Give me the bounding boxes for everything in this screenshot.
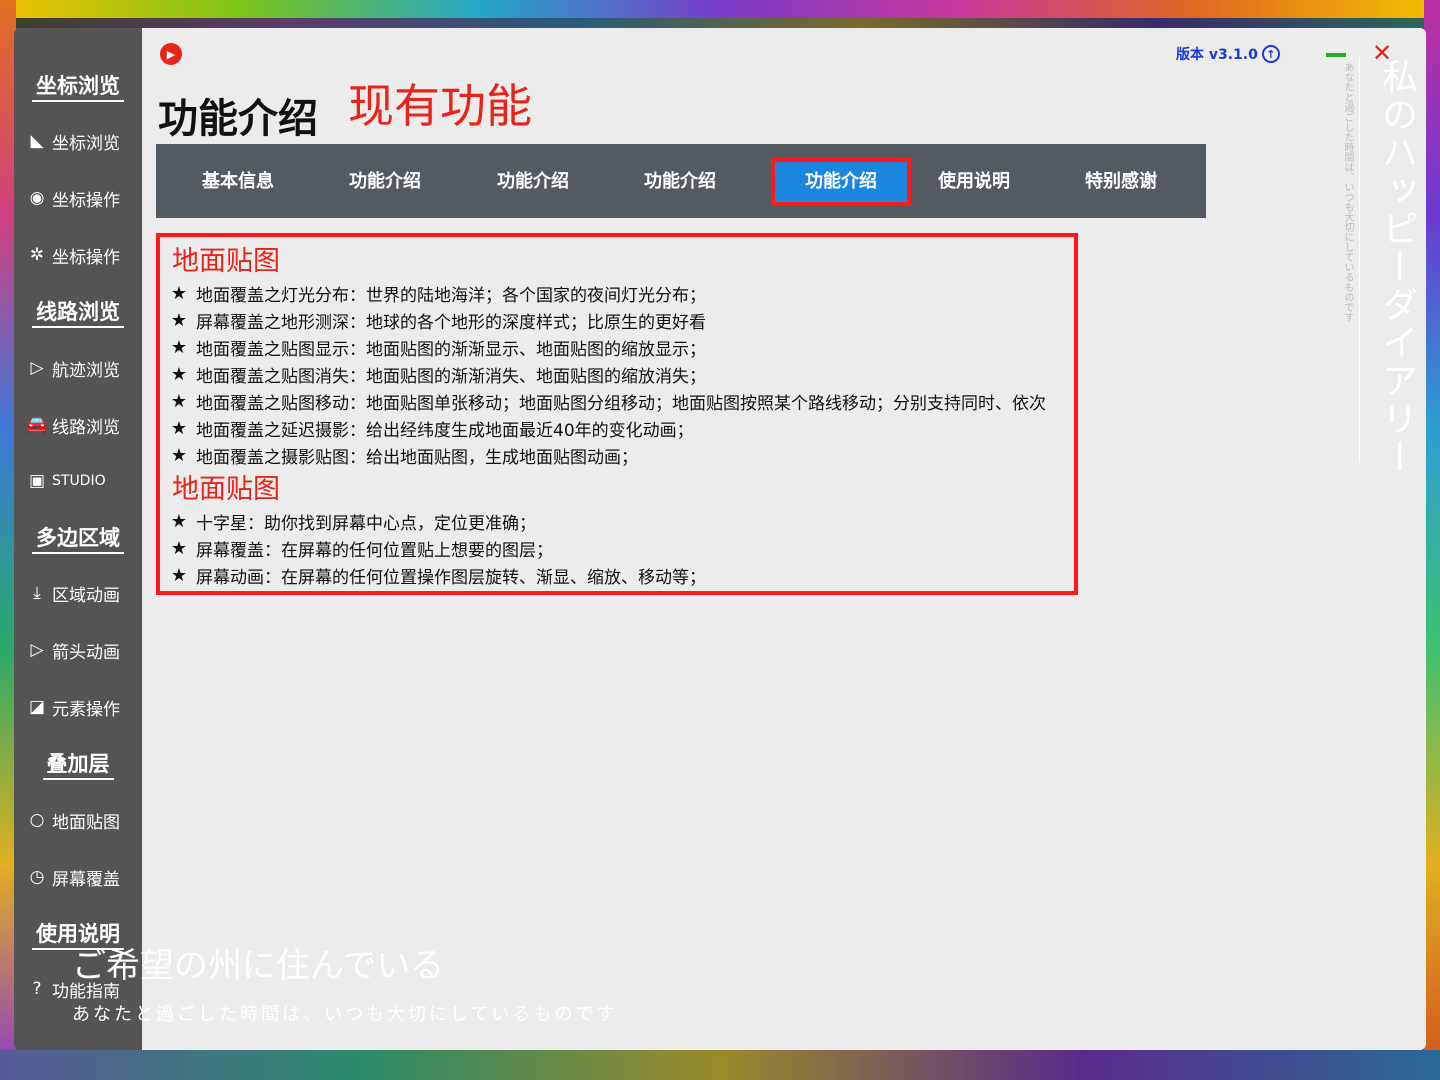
page-subtitle: 现有功能 xyxy=(348,79,532,133)
sidebar: 坐标浏览 ◣ 坐标浏览 ◉ 坐标操作 ✲ 坐标操作 线路浏览 ▷ 航迹浏览 🚘 … xyxy=(14,28,142,1050)
tab-features-1[interactable]: 功能介绍 xyxy=(325,166,445,198)
sidebar-item-label: 坐标操作 xyxy=(52,247,120,268)
sidebar-item-route-browse[interactable]: 🚘 线路浏览 xyxy=(26,410,140,440)
list-item: ★ 地面覆盖之灯光分布：世界的陆地海洋；各个国家的夜间灯光分布； xyxy=(170,282,706,306)
question-icon: ? xyxy=(32,979,42,999)
star-icon: ★ xyxy=(170,564,188,586)
version-label[interactable]: 版本 v3.1.0 ↑ xyxy=(1176,44,1280,64)
list-item: ★ 地面覆盖之贴图显示：地面贴图的渐渐显示、地面贴图的缩放显示； xyxy=(170,336,706,360)
star-icon: ★ xyxy=(170,417,188,439)
sidebar-item-arrow-animation[interactable]: ▷ 箭头动画 xyxy=(26,635,140,665)
sidebar-item-label: 区域动画 xyxy=(52,585,120,606)
clock-icon: ◷ xyxy=(29,867,45,887)
play-icon[interactable]: ▶ xyxy=(160,43,182,65)
feature-content: 地面贴图 ★ 地面覆盖之灯光分布：世界的陆地海洋；各个国家的夜间灯光分布； ★ 屏幕… xyxy=(156,233,1078,595)
sidebar-item-coordinate-operate[interactable]: ◉ 坐标操作 xyxy=(26,183,140,213)
sidebar-item-label: 坐标浏览 xyxy=(52,133,120,154)
sidebar-item-coordinate-operate-2[interactable]: ✲ 坐标操作 xyxy=(26,240,140,270)
star-icon: ★ xyxy=(170,537,188,559)
sidebar-item-track-browse[interactable]: ▷ 航迹浏览 xyxy=(26,353,140,383)
star-icon: ★ xyxy=(170,309,188,331)
list-item: ★ 屏幕覆盖之地形测深：地球的各个地形的深度样式；比原生的更好看 xyxy=(170,309,706,333)
version-text: 版本 v3.1.0 xyxy=(1176,47,1258,63)
sidebar-item-studio[interactable]: ▣ STUDIO xyxy=(26,466,140,496)
tab-features-3[interactable]: 功能介绍 xyxy=(620,166,740,198)
rainbow-border-right xyxy=(1424,0,1440,1080)
sidebar-item-screen-overlay[interactable]: ◷ 屏幕覆盖 xyxy=(26,862,140,892)
section-title: 地面贴图 xyxy=(172,474,280,505)
sidebar-section-title[interactable]: 叠加层 xyxy=(14,748,142,780)
network-icon: ✲ xyxy=(29,245,45,265)
camera-icon: ▣ xyxy=(28,471,46,491)
sidebar-item-area-animation[interactable]: ⤓ 区域动画 xyxy=(26,578,140,608)
minimize-button[interactable] xyxy=(1326,48,1346,60)
target-icon: ◉ xyxy=(29,188,45,208)
overlay-caption: あなたと過ごした時間は、いつも大切にしているものです xyxy=(72,1004,618,1025)
sidebar-item-label: 地面贴图 xyxy=(52,812,120,833)
section-title: 地面贴图 xyxy=(172,246,280,277)
list-item: ★ 地面覆盖之贴图消失：地面贴图的渐渐消失、地面贴图的缩放消失； xyxy=(170,363,706,387)
divider xyxy=(1359,58,1360,462)
sidebar-item-label: 屏幕覆盖 xyxy=(52,869,120,890)
sidebar-item-ground-overlay[interactable]: ○ 地面贴图 xyxy=(26,805,140,835)
compass-icon: ◣ xyxy=(30,131,44,151)
star-icon: ★ xyxy=(170,510,188,532)
sidebar-section-title[interactable]: 坐标浏览 xyxy=(14,70,142,102)
list-item: ★ 地面覆盖之摄影贴图：给出地面贴图，生成地面贴图动画； xyxy=(170,444,638,468)
overlay-title: ご希望の州に住んでいる xyxy=(72,946,445,986)
page-title: 功能介绍 xyxy=(158,95,318,142)
list-item: ★ 屏幕覆盖：在屏幕的任何位置贴上想要的图层； xyxy=(170,537,553,561)
sidebar-item-label: 航迹浏览 xyxy=(52,360,120,381)
tab-basic-info[interactable]: 基本信息 xyxy=(178,166,298,198)
rainbow-border-bottom xyxy=(0,1050,1440,1080)
tab-thanks[interactable]: 特别感谢 xyxy=(1061,166,1181,198)
sidebar-item-label: 元素操作 xyxy=(52,699,120,720)
star-icon: ★ xyxy=(170,390,188,412)
edit-icon: ◪ xyxy=(28,697,46,717)
list-item: ★ 地面覆盖之贴图移动：地面贴图单张移动；地面贴图分组移动；地面贴图按照某个路线移… xyxy=(170,390,1046,414)
tab-bar: 基本信息 功能介绍 功能介绍 功能介绍 功能介绍 使用说明 特别感谢 xyxy=(156,144,1206,218)
star-icon: ★ xyxy=(170,363,188,385)
tab-usage[interactable]: 使用说明 xyxy=(914,166,1034,198)
list-item: ★ 屏幕动画：在屏幕的任何位置操作图层旋转、渐显、缩放、移动等； xyxy=(170,564,706,588)
circle-icon: ○ xyxy=(29,810,45,830)
vertical-caption: あなたと過ごした時間は、いつも大切にしているものです xyxy=(1342,62,1353,322)
app-window: 坐标浏览 ◣ 坐标浏览 ◉ 坐标操作 ✲ 坐标操作 线路浏览 ▷ 航迹浏览 🚘 … xyxy=(14,28,1426,1050)
sidebar-item-coordinate-browse[interactable]: ◣ 坐标浏览 xyxy=(26,126,140,156)
list-item: ★ 十字星：助你找到屏幕中心点，定位更准确； xyxy=(170,510,536,534)
sidebar-item-label: 箭头动画 xyxy=(52,642,120,663)
star-icon: ★ xyxy=(170,336,188,358)
tab-features-active[interactable]: 功能介绍 xyxy=(771,158,911,206)
sidebar-item-label: STUDIO xyxy=(52,473,106,489)
star-icon: ★ xyxy=(170,444,188,466)
star-icon: ★ xyxy=(170,282,188,304)
rainbow-border-top xyxy=(0,0,1440,18)
vertical-title: 私のハッピーダイアリー xyxy=(1376,58,1417,476)
minimize-icon xyxy=(1326,53,1346,57)
arrow-icon: ▷ xyxy=(30,358,44,378)
sidebar-item-element-operate[interactable]: ◪ 元素操作 xyxy=(26,692,140,722)
sidebar-item-label: 坐标操作 xyxy=(52,190,120,211)
upgrade-icon[interactable]: ↑ xyxy=(1261,45,1280,63)
download-icon: ⤓ xyxy=(33,583,41,603)
car-icon: 🚘 xyxy=(26,415,48,435)
tab-features-2[interactable]: 功能介绍 xyxy=(473,166,593,198)
sidebar-section-title[interactable]: 线路浏览 xyxy=(14,296,142,328)
sidebar-section-title[interactable]: 多边区域 xyxy=(14,522,142,554)
list-item: ★ 地面覆盖之延迟摄影：给出经纬度生成地面最近40年的变化动画； xyxy=(170,417,694,441)
sidebar-item-label: 线路浏览 xyxy=(52,417,120,438)
arrow-icon: ▷ xyxy=(30,640,44,660)
